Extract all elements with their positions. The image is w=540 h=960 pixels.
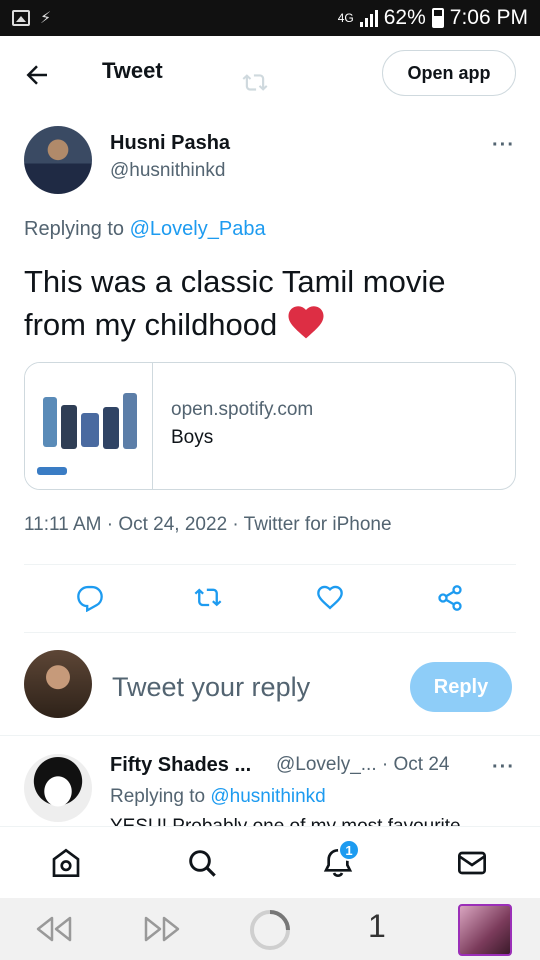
reply-replying-link[interactable]: @husnithinkd xyxy=(210,786,325,807)
replying-prefix: Replying to xyxy=(24,218,125,240)
tweet-body: This was a classic Tamil movie from my c… xyxy=(24,260,514,346)
tab-count[interactable]: 1 xyxy=(368,908,386,945)
reply-replying-to: Replying to @husnithinkd xyxy=(110,786,326,808)
reply-icon[interactable] xyxy=(76,584,108,616)
like-icon[interactable] xyxy=(316,584,348,616)
profile-thumbnail[interactable] xyxy=(458,904,512,956)
author-handle[interactable]: @husnithinkd xyxy=(110,160,225,182)
reply-tweet[interactable]: Fifty Shades ... @Lovely_... · Oct 24 ··… xyxy=(0,736,540,826)
clock: 7:06 PM xyxy=(449,6,528,29)
signal-icon xyxy=(359,9,378,27)
author-avatar[interactable] xyxy=(24,126,92,194)
reply-author-avatar[interactable] xyxy=(24,754,92,822)
bottom-nav: 1 xyxy=(0,826,540,898)
tweet-actions xyxy=(24,578,516,622)
browser-bar: 1 xyxy=(0,898,540,960)
retweet-icon xyxy=(242,74,268,91)
divider xyxy=(24,564,516,565)
usb-icon: ⚡ xyxy=(40,10,52,27)
share-icon[interactable] xyxy=(436,584,468,616)
back-arrow-icon[interactable] xyxy=(22,60,52,90)
card-thumbnail xyxy=(25,363,153,489)
reply-author-meta: @Lovely_... · Oct 24 xyxy=(276,754,450,775)
replying-to-link[interactable]: @Lovely_Paba xyxy=(130,218,266,240)
card-domain: open.spotify.com xyxy=(171,399,314,420)
reply-input[interactable]: Tweet your reply xyxy=(112,672,310,703)
user-avatar xyxy=(24,650,92,718)
search-icon[interactable] xyxy=(186,847,220,881)
replying-to: Replying to @Lovely_Paba xyxy=(24,218,266,241)
red-heart-icon xyxy=(286,303,326,339)
more-options-icon[interactable]: ··· xyxy=(492,756,515,779)
page-title: Tweet xyxy=(102,58,163,83)
tweet-timestamp[interactable]: 11:11 AM · Oct 24, 2022 · Twitter for iP… xyxy=(24,514,392,536)
battery-percent: 62% xyxy=(383,6,426,29)
status-bar: ⚡ 4G 62% 7:06 PM xyxy=(0,0,540,36)
loading-spinner-icon[interactable] xyxy=(248,908,292,952)
retweet-icon[interactable] xyxy=(194,584,226,616)
reply-text: YESU! Probably one of my most favourite xyxy=(110,816,461,826)
more-options-icon[interactable]: ··· xyxy=(492,134,515,157)
tweet-header: Tweet Open app xyxy=(0,36,540,112)
battery-icon xyxy=(431,8,444,28)
rewind-icon[interactable] xyxy=(34,914,74,944)
card-title: Boys xyxy=(171,427,214,448)
tweet-text: This was a classic Tamil movie from my c… xyxy=(24,264,446,342)
reply-replying-prefix: Replying to xyxy=(110,786,206,807)
link-card[interactable]: open.spotify.com Boys xyxy=(24,362,516,490)
fast-forward-icon[interactable] xyxy=(142,914,182,944)
open-app-button[interactable]: Open app xyxy=(382,50,516,96)
notification-badge: 1 xyxy=(338,839,360,861)
reply-author-name[interactable]: Fifty Shades ... xyxy=(110,754,251,777)
reply-button[interactable]: Reply xyxy=(410,662,512,712)
author-name[interactable]: Husni Pasha xyxy=(110,132,230,155)
network-type: 4G xyxy=(337,11,354,25)
reply-composer: Tweet your reply Reply xyxy=(0,640,540,736)
divider xyxy=(24,632,516,633)
home-icon[interactable] xyxy=(50,847,84,881)
gallery-icon xyxy=(12,10,30,26)
messages-icon[interactable] xyxy=(456,847,490,881)
